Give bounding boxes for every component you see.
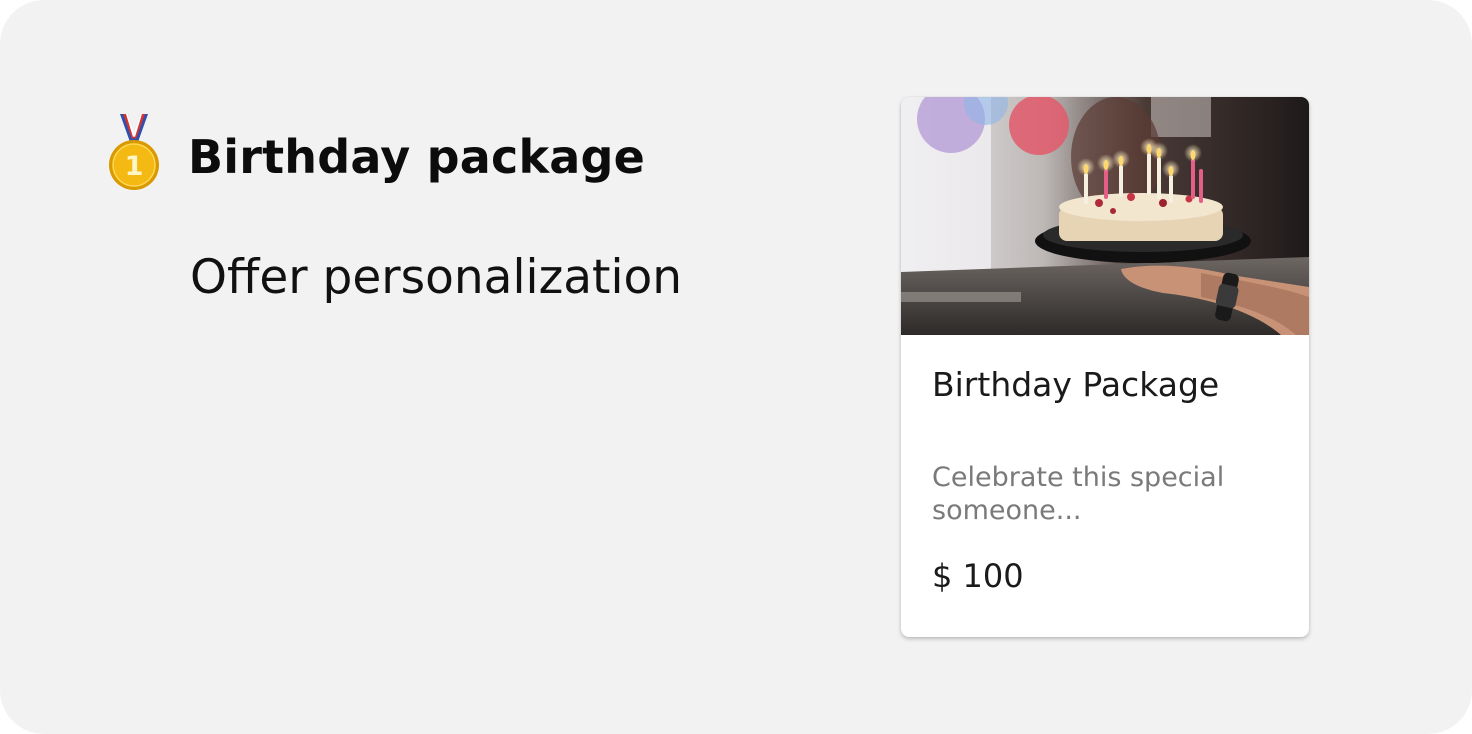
product-card[interactable]: Birthday Package Celebrate this special … bbox=[901, 97, 1309, 637]
card-price: $ 100 bbox=[932, 557, 1024, 595]
headline: 1 Birthday package bbox=[106, 112, 645, 194]
medal-number: 1 bbox=[125, 151, 144, 182]
page-title: Birthday package bbox=[188, 130, 646, 184]
card-title: Birthday Package bbox=[932, 365, 1220, 404]
slide-frame: 1 Birthday package Offer personalization bbox=[0, 0, 1472, 734]
birthday-cake-photo bbox=[901, 97, 1309, 335]
card-description: Celebrate this special someone... bbox=[932, 462, 1225, 526]
page-subtitle: Offer personalization bbox=[190, 250, 683, 305]
first-place-medal-icon: 1 bbox=[106, 112, 162, 194]
